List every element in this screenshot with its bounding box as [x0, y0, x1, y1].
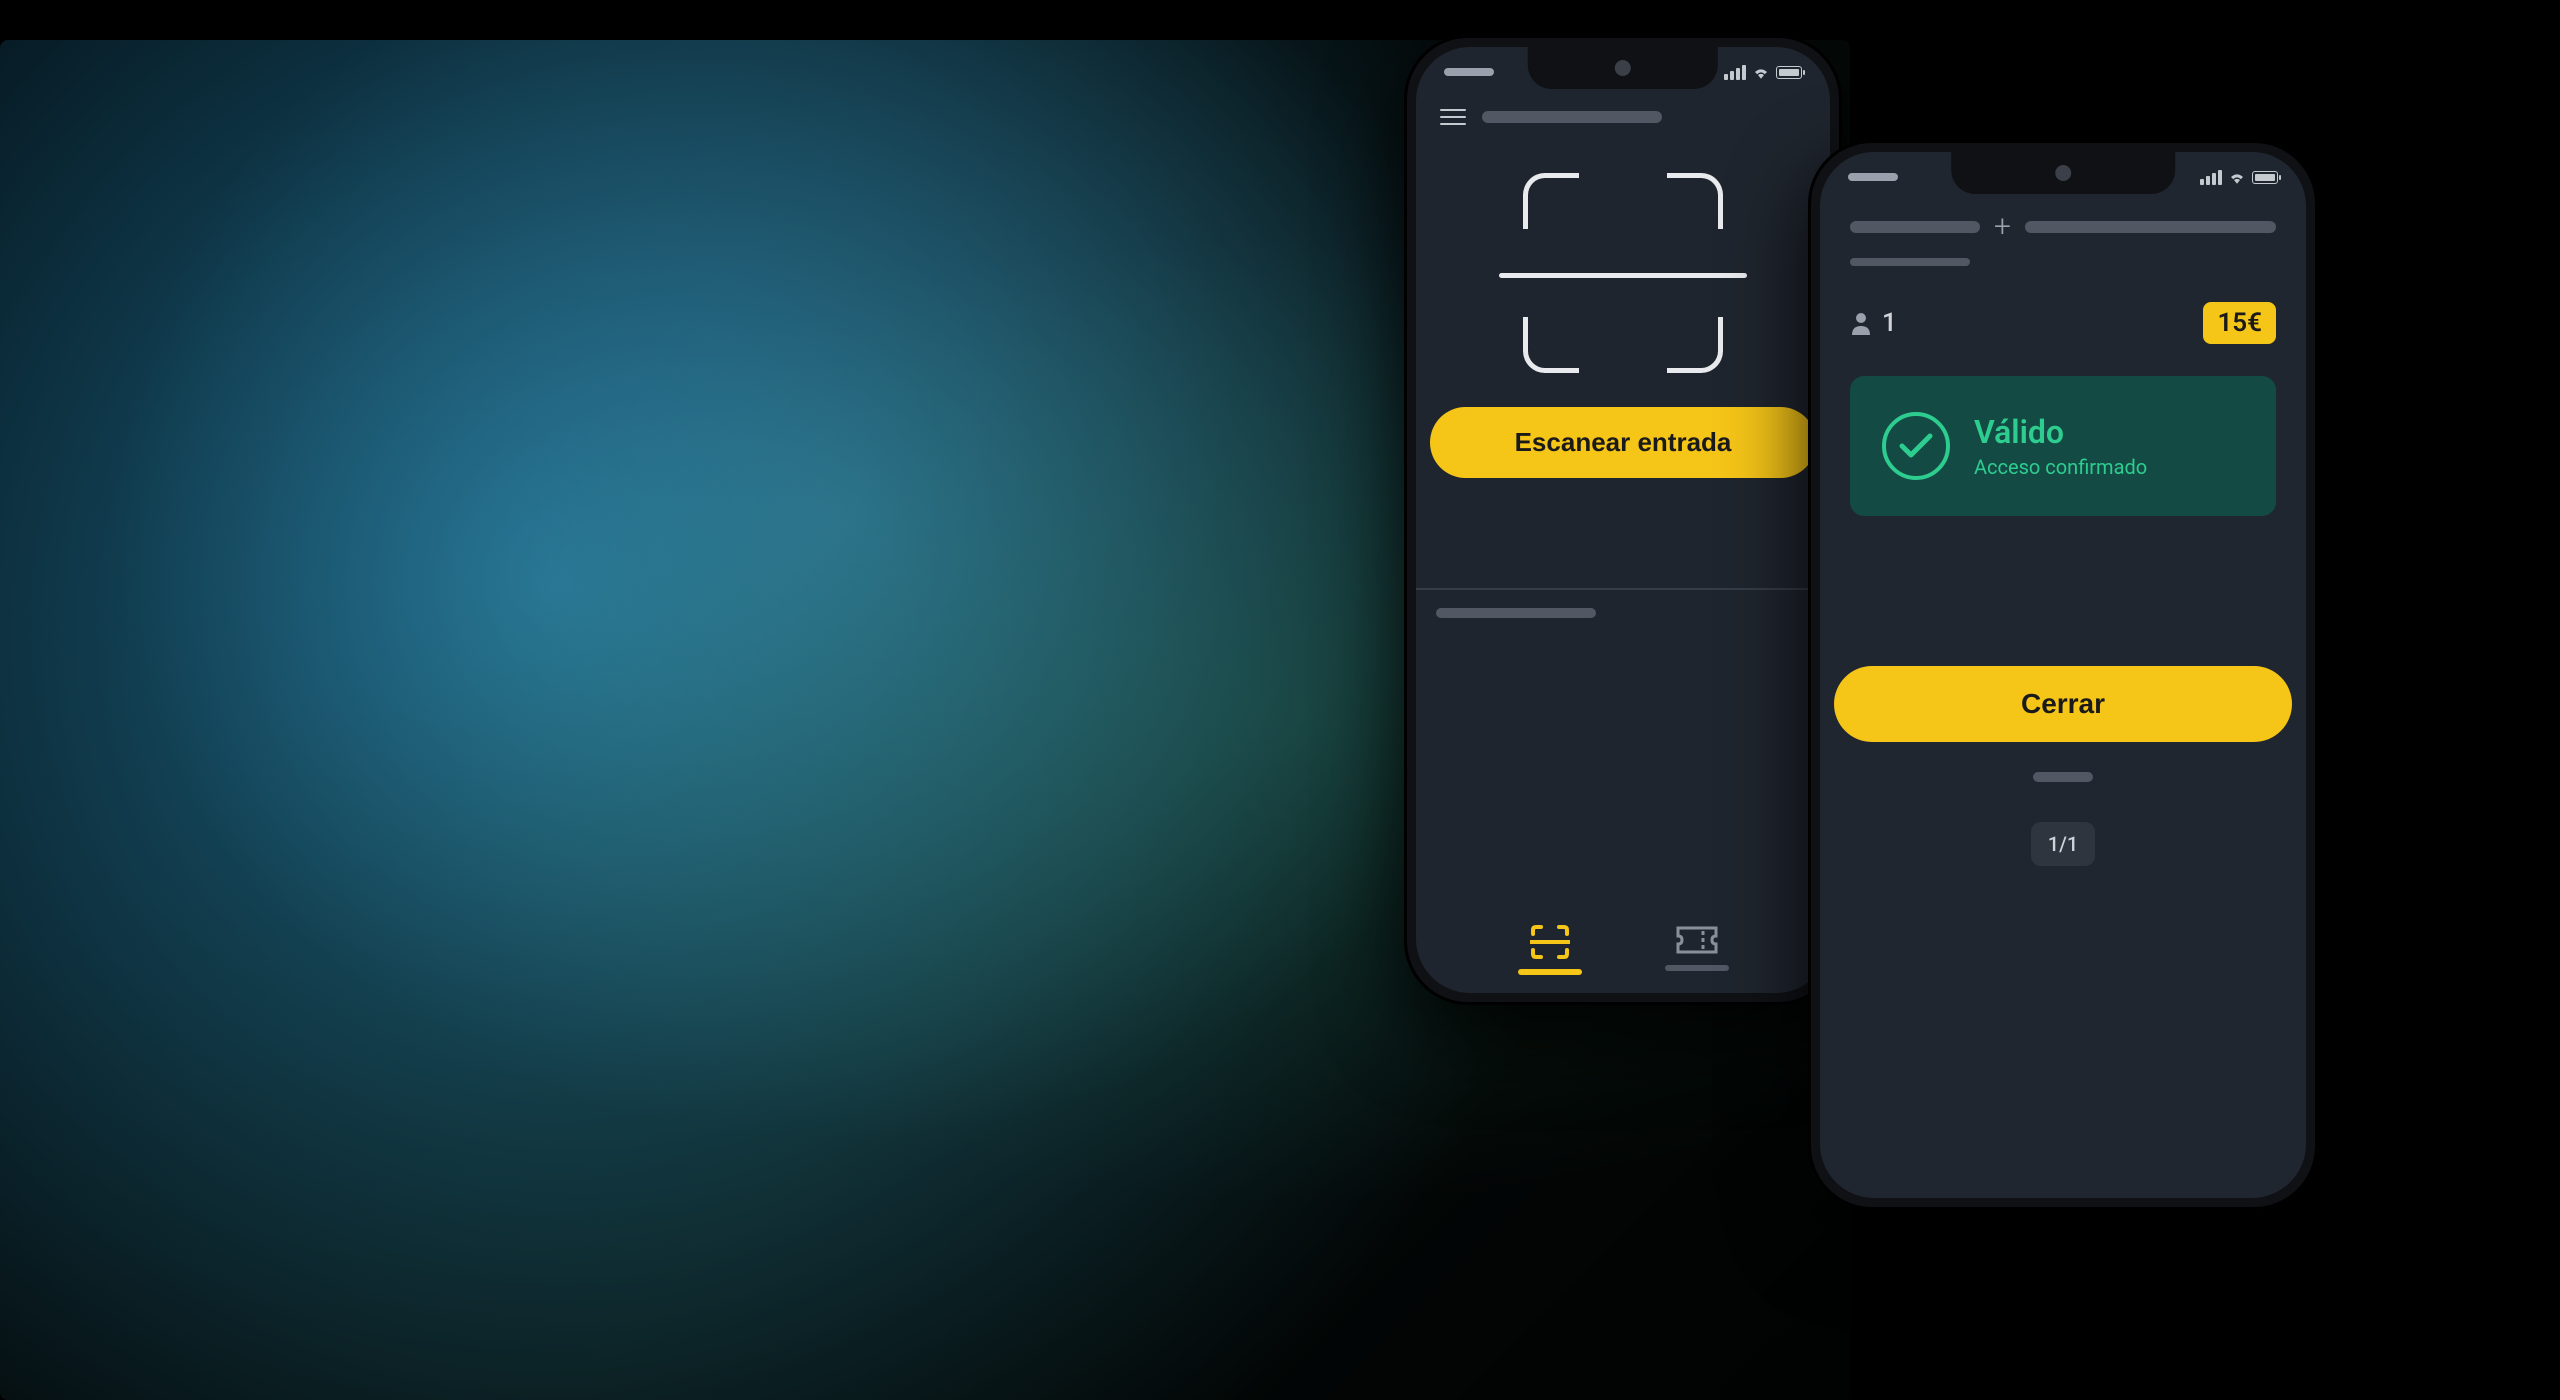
ticket-subtitle-placeholder	[1850, 258, 1970, 266]
check-circle-icon	[1882, 412, 1950, 480]
status-indicators	[1724, 65, 1802, 80]
phone-camera-dot	[2055, 165, 2071, 181]
tab-scan[interactable]	[1518, 925, 1582, 975]
phone-camera-dot	[1615, 60, 1631, 76]
scan-viewport	[1416, 143, 1830, 407]
plus-icon: +	[1994, 212, 2011, 242]
app-header	[1416, 97, 1830, 143]
phone-notch	[1528, 47, 1718, 89]
phone-screen-validation: + 1 15€ Válido Acceso confirmado Ce	[1820, 152, 2306, 1198]
footer-placeholder	[2033, 772, 2093, 782]
validation-subtitle: Acceso confirmado	[1974, 455, 2147, 479]
scan-line	[1499, 273, 1747, 278]
ticket-icon	[1675, 925, 1719, 955]
battery-icon	[1776, 66, 1802, 79]
person-count: 1	[1850, 308, 1897, 338]
ticket-name-placeholder	[1850, 221, 1980, 233]
status-time-placeholder	[1444, 68, 1494, 76]
price-tag: 15€	[2203, 302, 2276, 344]
cellular-signal-icon	[1724, 65, 1746, 80]
menu-icon[interactable]	[1440, 109, 1466, 125]
phone-mockup-validation: + 1 15€ Válido Acceso confirmado Ce	[1808, 140, 2318, 1210]
scan-button[interactable]: Escanear entrada	[1430, 407, 1816, 478]
validation-text: Válido Acceso confirmado	[1974, 413, 2147, 479]
page-indicator: 1/1	[2031, 822, 2095, 866]
bottom-tab-bar	[1416, 925, 1830, 975]
battery-icon	[2252, 171, 2278, 184]
validation-title: Válido	[1974, 413, 2147, 451]
status-time-placeholder	[1848, 173, 1898, 181]
scan-icon	[1530, 925, 1570, 959]
tab-tickets[interactable]	[1665, 925, 1729, 975]
phone-screen-scanner: Escanear entrada	[1416, 47, 1830, 993]
ticket-info-row: 1 15€	[1820, 266, 2306, 368]
cellular-signal-icon	[2200, 170, 2222, 185]
divider	[1416, 588, 1830, 590]
phone-mockup-scanner: Escanear entrada	[1404, 35, 1842, 1005]
wifi-icon	[2228, 170, 2246, 184]
section-label-placeholder	[1436, 608, 1596, 618]
person-icon	[1850, 311, 1872, 335]
wifi-icon	[1752, 65, 1770, 79]
ticket-detail-placeholder	[2025, 221, 2276, 233]
phone-notch	[1951, 152, 2175, 194]
person-count-value: 1	[1882, 308, 1897, 338]
validation-status-card: Válido Acceso confirmado	[1850, 376, 2276, 516]
status-indicators	[2200, 170, 2278, 185]
scan-frame	[1523, 173, 1723, 373]
ticket-header: +	[1820, 202, 2306, 248]
close-button[interactable]: Cerrar	[1834, 666, 2292, 742]
header-title-placeholder	[1482, 111, 1662, 123]
